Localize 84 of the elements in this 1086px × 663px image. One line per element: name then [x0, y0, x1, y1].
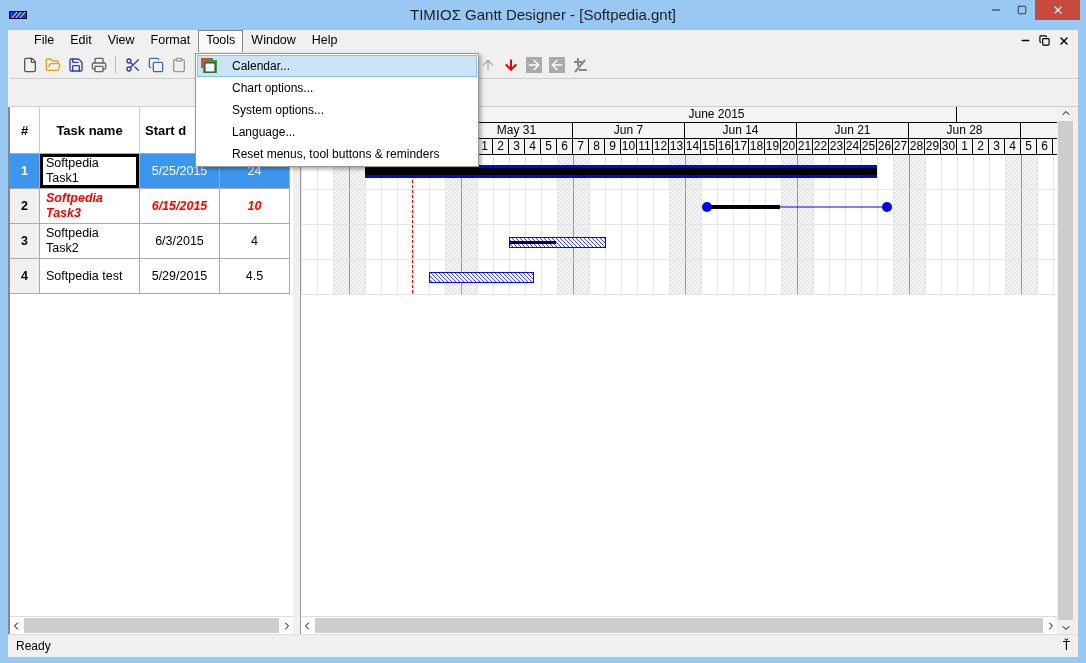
day-header: 9	[605, 139, 621, 154]
day-header: 8	[589, 139, 605, 154]
day-header: 4	[525, 139, 541, 154]
day-header: 19	[765, 139, 781, 154]
status-text: Ready	[16, 639, 51, 653]
table-cell[interactable]: Softpedia Task3	[40, 189, 140, 224]
print-icon[interactable]	[89, 55, 108, 75]
day-header: 4	[1005, 139, 1021, 154]
day-header: 22	[813, 139, 829, 154]
day-header: 6	[557, 139, 573, 154]
menu-item[interactable]: Calendar...	[197, 55, 477, 77]
day-header: 11	[637, 139, 653, 154]
day-header: 16	[717, 139, 733, 154]
day-header: 21	[797, 139, 813, 154]
day-header: 17	[733, 139, 749, 154]
table-cell[interactable]: Softpedia test	[40, 259, 140, 294]
day-header: 13	[669, 139, 685, 154]
app-icon	[9, 11, 27, 19]
day-header: 6	[1037, 139, 1053, 154]
week-header: Jun 21	[797, 123, 909, 138]
day-header: 2	[973, 139, 989, 154]
day-header: 14	[685, 139, 701, 154]
day-header: 1	[957, 139, 973, 154]
menu-item[interactable]: Format	[142, 29, 199, 53]
day-header: 20	[781, 139, 797, 154]
day-header: 23	[829, 139, 845, 154]
day-header: 30	[941, 139, 957, 154]
copy-icon[interactable]	[146, 55, 165, 75]
day-header: 10	[621, 139, 637, 154]
horizontal-scrollbar[interactable]	[301, 616, 1057, 634]
table-cell[interactable]: 6/3/2015	[140, 224, 220, 259]
row-number[interactable]: 2	[10, 189, 40, 224]
day-header: 28	[909, 139, 925, 154]
maximize-icon	[1017, 5, 1027, 15]
day-header: 2	[493, 139, 509, 154]
window-title: TIMIOΣ Gantt Designer - [Softpedia.gnt]	[409, 6, 677, 23]
table-cell[interactable]: 5/29/2015	[140, 259, 220, 294]
day-header: 15	[701, 139, 717, 154]
column-header[interactable]: #	[10, 107, 40, 154]
menu-item[interactable]: Window	[243, 29, 304, 53]
day-header: 24	[845, 139, 861, 154]
task-bar[interactable]	[509, 237, 606, 248]
menu-item[interactable]: Chart options...	[197, 77, 477, 99]
day-header: 12	[653, 139, 669, 154]
table-cell[interactable]: 4	[220, 224, 290, 259]
table-cell[interactable]: 4.5	[220, 259, 290, 294]
menu-item[interactable]: Edit	[62, 29, 100, 53]
day-header: 5	[541, 139, 557, 154]
table-cell[interactable]: 6/15/2015	[140, 189, 220, 224]
week-header: Jun 28	[909, 123, 1021, 138]
task-bar[interactable]	[429, 272, 534, 283]
cut-icon[interactable]	[123, 55, 142, 75]
day-header: 26	[877, 139, 893, 154]
day-header: 18	[749, 139, 765, 154]
day-header: 27	[893, 139, 909, 154]
restore-icon[interactable]	[1039, 35, 1050, 46]
day-header: 3	[989, 139, 1005, 154]
day-header: 5	[1021, 139, 1037, 154]
status-indicator: Ť	[1062, 639, 1070, 653]
day-header: 3	[509, 139, 525, 154]
table-cell[interactable]: Softpedia Task2	[40, 224, 140, 259]
week-header: Jun 14	[685, 123, 797, 138]
day-header: 7	[573, 139, 589, 154]
menu-item[interactable]: Help	[303, 29, 346, 53]
calendar-icon	[200, 57, 218, 74]
save-icon[interactable]	[66, 55, 85, 75]
day-header: 25	[861, 139, 877, 154]
menu-item[interactable]: File	[26, 29, 63, 53]
week-header: Jun 7	[573, 123, 685, 138]
row-number[interactable]: 4	[10, 259, 40, 294]
table-cell[interactable]: 10	[220, 189, 290, 224]
row-number[interactable]: 3	[10, 224, 40, 259]
menu-item[interactable]: Tools	[198, 30, 244, 52]
horizontal-scrollbar[interactable]	[10, 616, 293, 634]
column-header[interactable]: Task name	[40, 107, 140, 154]
indent-icon[interactable]	[524, 55, 543, 75]
task-bar[interactable]	[702, 202, 892, 212]
start-dot[interactable]	[702, 202, 712, 212]
end-dot[interactable]	[882, 202, 892, 212]
menu-item[interactable]: View	[99, 29, 143, 53]
close-icon[interactable]	[1058, 35, 1070, 47]
table-cell[interactable]: Softpedia Task1	[40, 154, 140, 189]
day-header: 29	[925, 139, 941, 154]
outdent-icon[interactable]	[547, 55, 566, 75]
